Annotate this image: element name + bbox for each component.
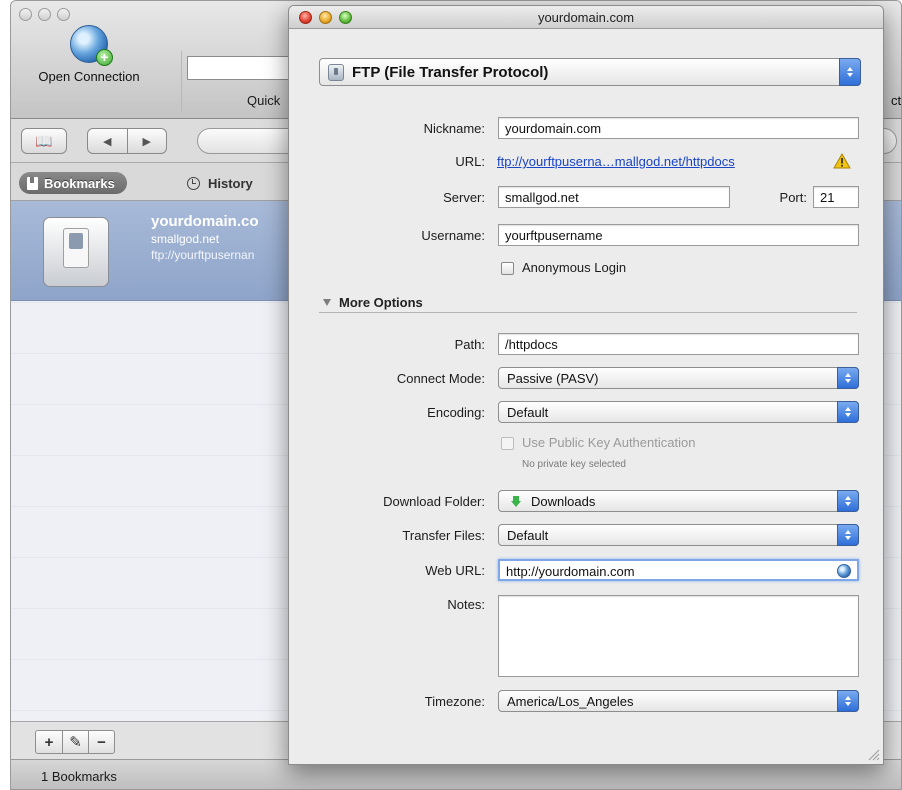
bookmark-count: 1 Bookmarks — [41, 769, 117, 784]
tab-history-label: History — [208, 175, 253, 191]
resize-grip-icon[interactable] — [866, 747, 880, 761]
bookmark-editor-window: yourdomain.com FTP (File Transfer Protoc… — [288, 5, 884, 765]
transfer-files-value: Default — [507, 527, 549, 543]
web-url-field[interactable]: http://yourdomain.com — [498, 559, 859, 581]
web-url-value: http://yourdomain.com — [506, 564, 635, 579]
ftp-icon — [328, 63, 344, 81]
download-folder-value: Downloads — [531, 493, 596, 509]
url-link[interactable]: ftp://yourftpuserna…mallgod.net/httpdocs — [497, 154, 735, 169]
remove-bookmark-button[interactable]: − — [88, 731, 114, 753]
timezone-label: Timezone: — [424, 694, 485, 709]
editor-title: yourdomain.com — [537, 10, 635, 25]
port-field[interactable]: 21 — [813, 186, 859, 208]
disclosure-triangle-icon — [323, 299, 331, 306]
quick-connect-input[interactable] — [187, 56, 302, 80]
path-label: Path: — [454, 337, 485, 352]
clock-icon — [187, 176, 200, 190]
select-arrows-icon — [837, 490, 859, 512]
book-icon: 📖 — [35, 132, 53, 149]
download-arrow-icon — [511, 495, 521, 507]
close-button[interactable] — [19, 8, 32, 21]
notes-textarea[interactable] — [498, 595, 859, 677]
toolbar-divider — [181, 51, 182, 111]
open-web-url-icon[interactable] — [837, 564, 851, 578]
bookmark-nickname: yourdomain.co — [151, 213, 259, 230]
bookmark-actions: + ✎ − — [35, 730, 115, 754]
notes-label: Notes: — [447, 597, 485, 612]
main-window-controls — [19, 8, 70, 21]
username-field[interactable]: yourftpusername — [498, 224, 859, 246]
encoding-select[interactable]: Default — [498, 401, 859, 423]
forward-button[interactable]: ▶ — [126, 129, 167, 153]
server-label: Server: — [443, 190, 485, 205]
plus-icon: + — [96, 49, 113, 66]
edit-bookmark-button[interactable]: ✎ — [62, 731, 88, 753]
public-key-note: No private key selected — [522, 459, 626, 470]
protocol-select[interactable]: FTP (File Transfer Protocol) — [319, 58, 861, 86]
open-connection-label: Open Connection — [38, 69, 140, 84]
back-button[interactable]: ◀ — [88, 129, 127, 153]
timezone-select[interactable]: America/Los_Angeles — [498, 690, 859, 712]
timezone-value: America/Los_Angeles — [507, 693, 634, 709]
tab-bookmarks[interactable]: Bookmarks — [19, 172, 127, 194]
connect-mode-select[interactable]: Passive (PASV) — [498, 367, 859, 389]
connect-mode-label: Connect Mode: — [396, 371, 485, 386]
protocol-value: FTP (File Transfer Protocol) — [352, 63, 549, 81]
nickname-label: Nickname: — [423, 121, 485, 136]
anonymous-login-checkbox[interactable] — [501, 262, 514, 275]
tab-bookmarks-label: Bookmarks — [44, 175, 115, 191]
web-url-label: Web URL: — [425, 563, 485, 578]
zoom-button[interactable] — [57, 8, 70, 21]
encoding-value: Default — [507, 404, 549, 420]
public-key-checkbox[interactable] — [501, 437, 514, 450]
transfer-files-label: Transfer Files: — [402, 528, 485, 543]
port-label: Port: — [779, 190, 807, 205]
select-arrows-icon — [837, 524, 859, 546]
url-label: URL: — [455, 154, 485, 169]
add-bookmark-button[interactable]: + — [36, 731, 62, 753]
open-connection-button[interactable]: + Open Connection — [19, 25, 159, 84]
path-field[interactable]: /httpdocs — [498, 333, 859, 355]
select-arrows-icon — [837, 401, 859, 423]
back-forward-control: ◀ ▶ — [87, 128, 167, 154]
section-divider — [319, 312, 857, 313]
anonymous-login-label: Anonymous Login — [522, 260, 627, 275]
minimize-button[interactable] — [38, 8, 51, 21]
bookmark-icon — [27, 176, 38, 190]
select-arrows-icon — [839, 58, 861, 86]
select-arrows-icon — [837, 690, 859, 712]
download-folder-select[interactable]: Downloads — [498, 490, 859, 512]
toolbar-right-label: ct — [891, 93, 902, 108]
nickname-field[interactable]: yourdomain.com — [498, 117, 859, 139]
bookmark-url: ftp://yourftpusernan — [151, 248, 255, 262]
public-key-label: Use Public Key Authentication — [522, 435, 696, 450]
more-options-disclosure[interactable]: More Options — [323, 295, 423, 310]
quick-connect-label: Quick — [247, 93, 281, 108]
more-options-label: More Options — [339, 295, 423, 310]
username-label: Username: — [421, 228, 485, 243]
select-arrows-icon — [837, 367, 859, 389]
ftp-drive-icon — [43, 217, 109, 287]
transfer-files-select[interactable]: Default — [498, 524, 859, 546]
warning-icon — [833, 153, 851, 169]
editor-titlebar: yourdomain.com — [289, 6, 883, 29]
download-folder-label: Download Folder: — [383, 494, 485, 509]
bookmark-server: smallgod.net — [151, 232, 220, 246]
toggle-bookmarks-button[interactable]: 📖 — [21, 128, 67, 154]
tab-history[interactable]: History — [187, 172, 253, 194]
connect-mode-value: Passive (PASV) — [507, 370, 599, 386]
encoding-label: Encoding: — [427, 405, 485, 420]
globe-icon: + — [70, 25, 113, 66]
